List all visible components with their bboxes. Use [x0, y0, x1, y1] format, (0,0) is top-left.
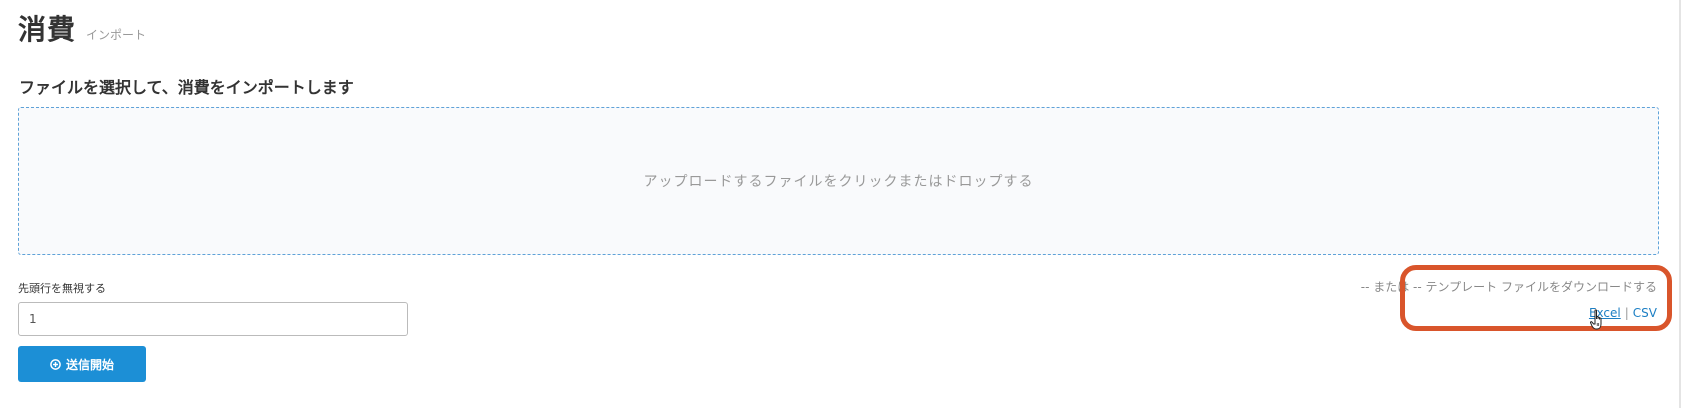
template-download: -- または -- テンプレート ファイルをダウンロードする Excel | CSV: [1361, 278, 1657, 320]
file-dropzone[interactable]: アップロードするファイルをクリックまたはドロップする: [18, 107, 1659, 255]
skip-rows-input[interactable]: [18, 302, 408, 336]
link-separator: |: [1624, 306, 1629, 320]
dropzone-text: アップロードするファイルをクリックまたはドロップする: [643, 174, 1034, 190]
template-download-text: -- または -- テンプレート ファイルをダウンロードする: [1360, 280, 1657, 294]
start-upload-button[interactable]: 送信開始: [18, 346, 146, 382]
page-title: 消費: [18, 13, 77, 46]
page-subtitle: インポート: [86, 28, 147, 42]
upload-heading: ファイルを選択して、消費をインポートします: [19, 78, 354, 97]
start-upload-label: 送信開始: [65, 357, 114, 372]
plus-circle-icon: [50, 358, 61, 370]
skip-rows-label: 先頭行を無視する: [18, 282, 106, 295]
excel-template-link[interactable]: Excel: [1589, 306, 1621, 320]
template-links: Excel | CSV: [1361, 306, 1657, 320]
csv-template-link[interactable]: CSV: [1633, 306, 1657, 320]
page-header: 消費 インポート: [18, 8, 146, 48]
